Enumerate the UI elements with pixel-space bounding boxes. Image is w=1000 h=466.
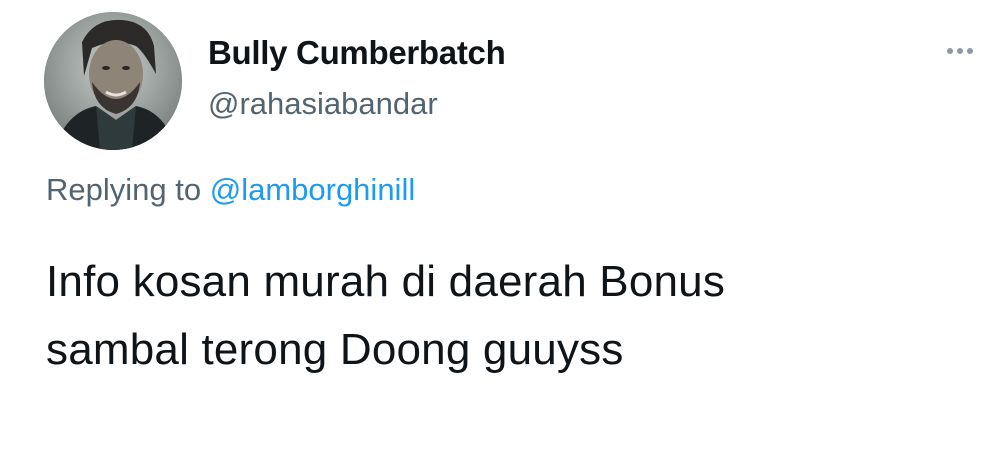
more-horizontal-icon (947, 48, 953, 54)
replying-to: Replying to @lamborghinill (46, 172, 415, 208)
tweet-text-line: Info kosan murah di daerah Bonus (46, 257, 726, 306)
tweet-text-line: sambal terong Doong guuyss (46, 325, 624, 374)
author-display-name[interactable]: Bully Cumberbatch (208, 34, 506, 72)
author-handle[interactable]: @rahasiabandar (208, 86, 438, 122)
replying-to-label: Replying to (46, 172, 202, 207)
more-horizontal-icon-dot (957, 48, 963, 54)
more-horizontal-icon-dot (967, 48, 973, 54)
reply-mention-link[interactable]: @lamborghinill (210, 172, 416, 207)
more-options-button[interactable] (940, 36, 980, 66)
tweet: Bully Cumberbatch @rahasiabandar Replyin… (0, 0, 1000, 466)
profile-photo (44, 12, 182, 150)
avatar[interactable] (44, 12, 182, 150)
tweet-text: Info kosan murah di daerah Bonus sambal … (46, 248, 966, 384)
